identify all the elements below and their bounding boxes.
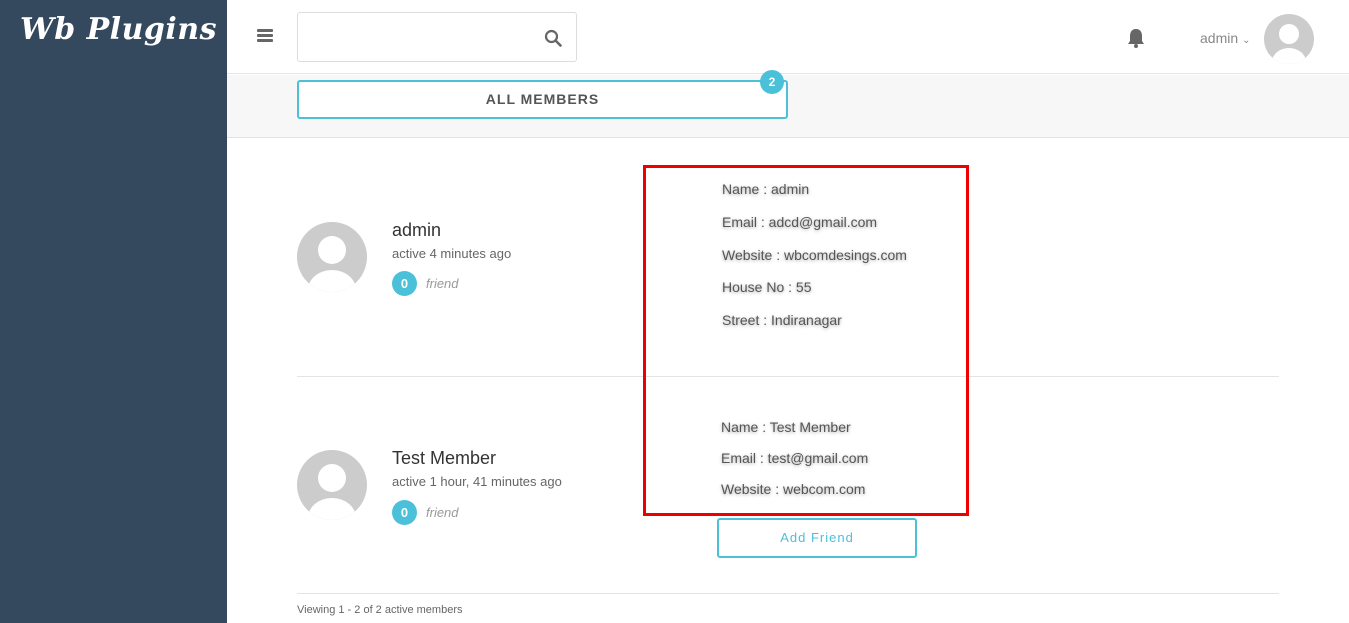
member-name-link[interactable]: Test Member xyxy=(392,448,496,469)
search-box xyxy=(297,12,577,62)
friend-label: friend xyxy=(426,276,459,291)
tab-all-members-label: ALL MEMBERS xyxy=(485,91,600,107)
add-friend-button[interactable]: Add Friend xyxy=(717,518,917,558)
sidebar: Wb Plugins xyxy=(0,0,227,623)
user-menu[interactable]: admin ⌄ xyxy=(1200,30,1251,46)
friend-count-badge: 0 xyxy=(392,500,417,525)
friend-count-badge: 0 xyxy=(392,271,417,296)
chevron-down-icon: ⌄ xyxy=(1242,35,1251,46)
notification-bell-icon[interactable] xyxy=(1125,27,1147,49)
member-name-link[interactable]: admin xyxy=(392,220,441,241)
friend-label: friend xyxy=(426,505,459,520)
member-last-active: active 4 minutes ago xyxy=(392,246,512,261)
search-input[interactable] xyxy=(298,13,528,61)
pagination-count: Viewing 1 - 2 of 2 active members xyxy=(297,604,463,616)
member-avatar[interactable] xyxy=(297,450,367,520)
search-icon[interactable] xyxy=(544,29,562,47)
list-bottom-divider xyxy=(297,593,1279,594)
top-bar: admin ⌄ xyxy=(227,0,1349,74)
hamburger-menu-icon[interactable] xyxy=(257,29,273,43)
tab-all-members[interactable]: ALL MEMBERS 2 xyxy=(297,70,788,119)
brand-logo[interactable]: Wb Plugins xyxy=(20,12,217,47)
highlight-annotation-box xyxy=(643,165,969,516)
user-avatar[interactable] xyxy=(1264,14,1314,64)
member-count-badge: 2 xyxy=(760,70,784,94)
member-last-active: active 1 hour, 41 minutes ago xyxy=(392,474,562,489)
directory-nav: ALL MEMBERS 2 xyxy=(227,70,1349,138)
member-avatar[interactable] xyxy=(297,222,367,292)
user-menu-name: admin xyxy=(1200,30,1239,46)
